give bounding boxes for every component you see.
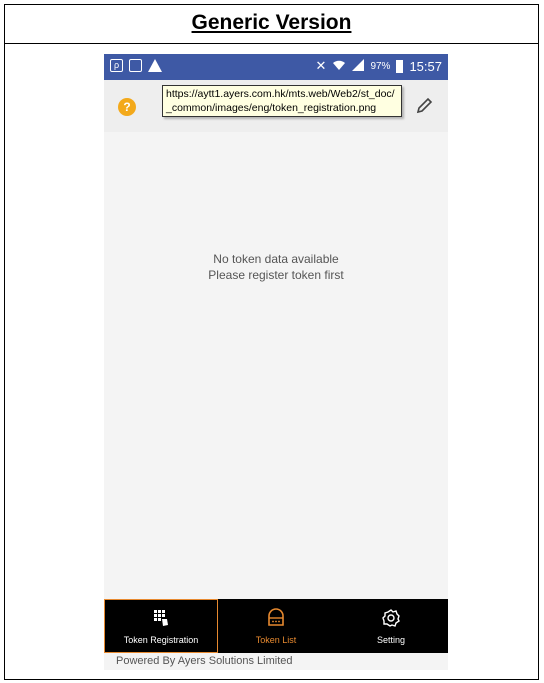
clock: 15:57	[409, 58, 442, 74]
signal-icon	[352, 58, 365, 74]
warning-icon	[148, 59, 162, 72]
document-title: Generic Version	[191, 11, 352, 34]
document-header: Generic Version	[5, 5, 538, 44]
wifi-icon	[332, 59, 346, 74]
nav-setting[interactable]: Setting	[334, 599, 448, 653]
battery-percent: 97%	[370, 60, 391, 72]
notification-icon: ρ	[110, 59, 123, 72]
nav-label: Token List	[255, 635, 297, 645]
token-registration-icon	[154, 610, 168, 626]
pencil-icon[interactable]	[414, 96, 434, 116]
mute-icon: ✕	[315, 58, 327, 73]
battery-icon	[396, 59, 404, 73]
nav-label: Token Registration	[123, 635, 199, 645]
image-url-tooltip: https://aytt1.ayers.com.hk/mts.web/Web2/…	[162, 85, 402, 117]
nav-token-list[interactable]: Token List	[219, 599, 333, 653]
empty-line-1: No token data available	[213, 252, 339, 266]
gear-icon	[382, 609, 400, 627]
empty-line-2: Please register token first	[208, 268, 344, 282]
status-bar: ρ ✕ 97% 15:57	[104, 54, 448, 80]
phone-screen: ρ ✕ 97% 15:57 ? https://aytt1.ayers.com.…	[104, 54, 448, 670]
powered-by-text: Powered By Ayers Solutions Limited	[116, 655, 293, 667]
screenshot-icon	[129, 59, 142, 72]
empty-state-message: No token data available Please register …	[104, 251, 448, 283]
nav-label: Setting	[376, 635, 406, 645]
help-icon[interactable]: ?	[118, 98, 136, 116]
bottom-navigation: Token Registration Token List Setting	[104, 599, 448, 653]
nav-token-registration[interactable]: Token Registration	[104, 599, 218, 653]
token-list-icon	[268, 608, 284, 626]
